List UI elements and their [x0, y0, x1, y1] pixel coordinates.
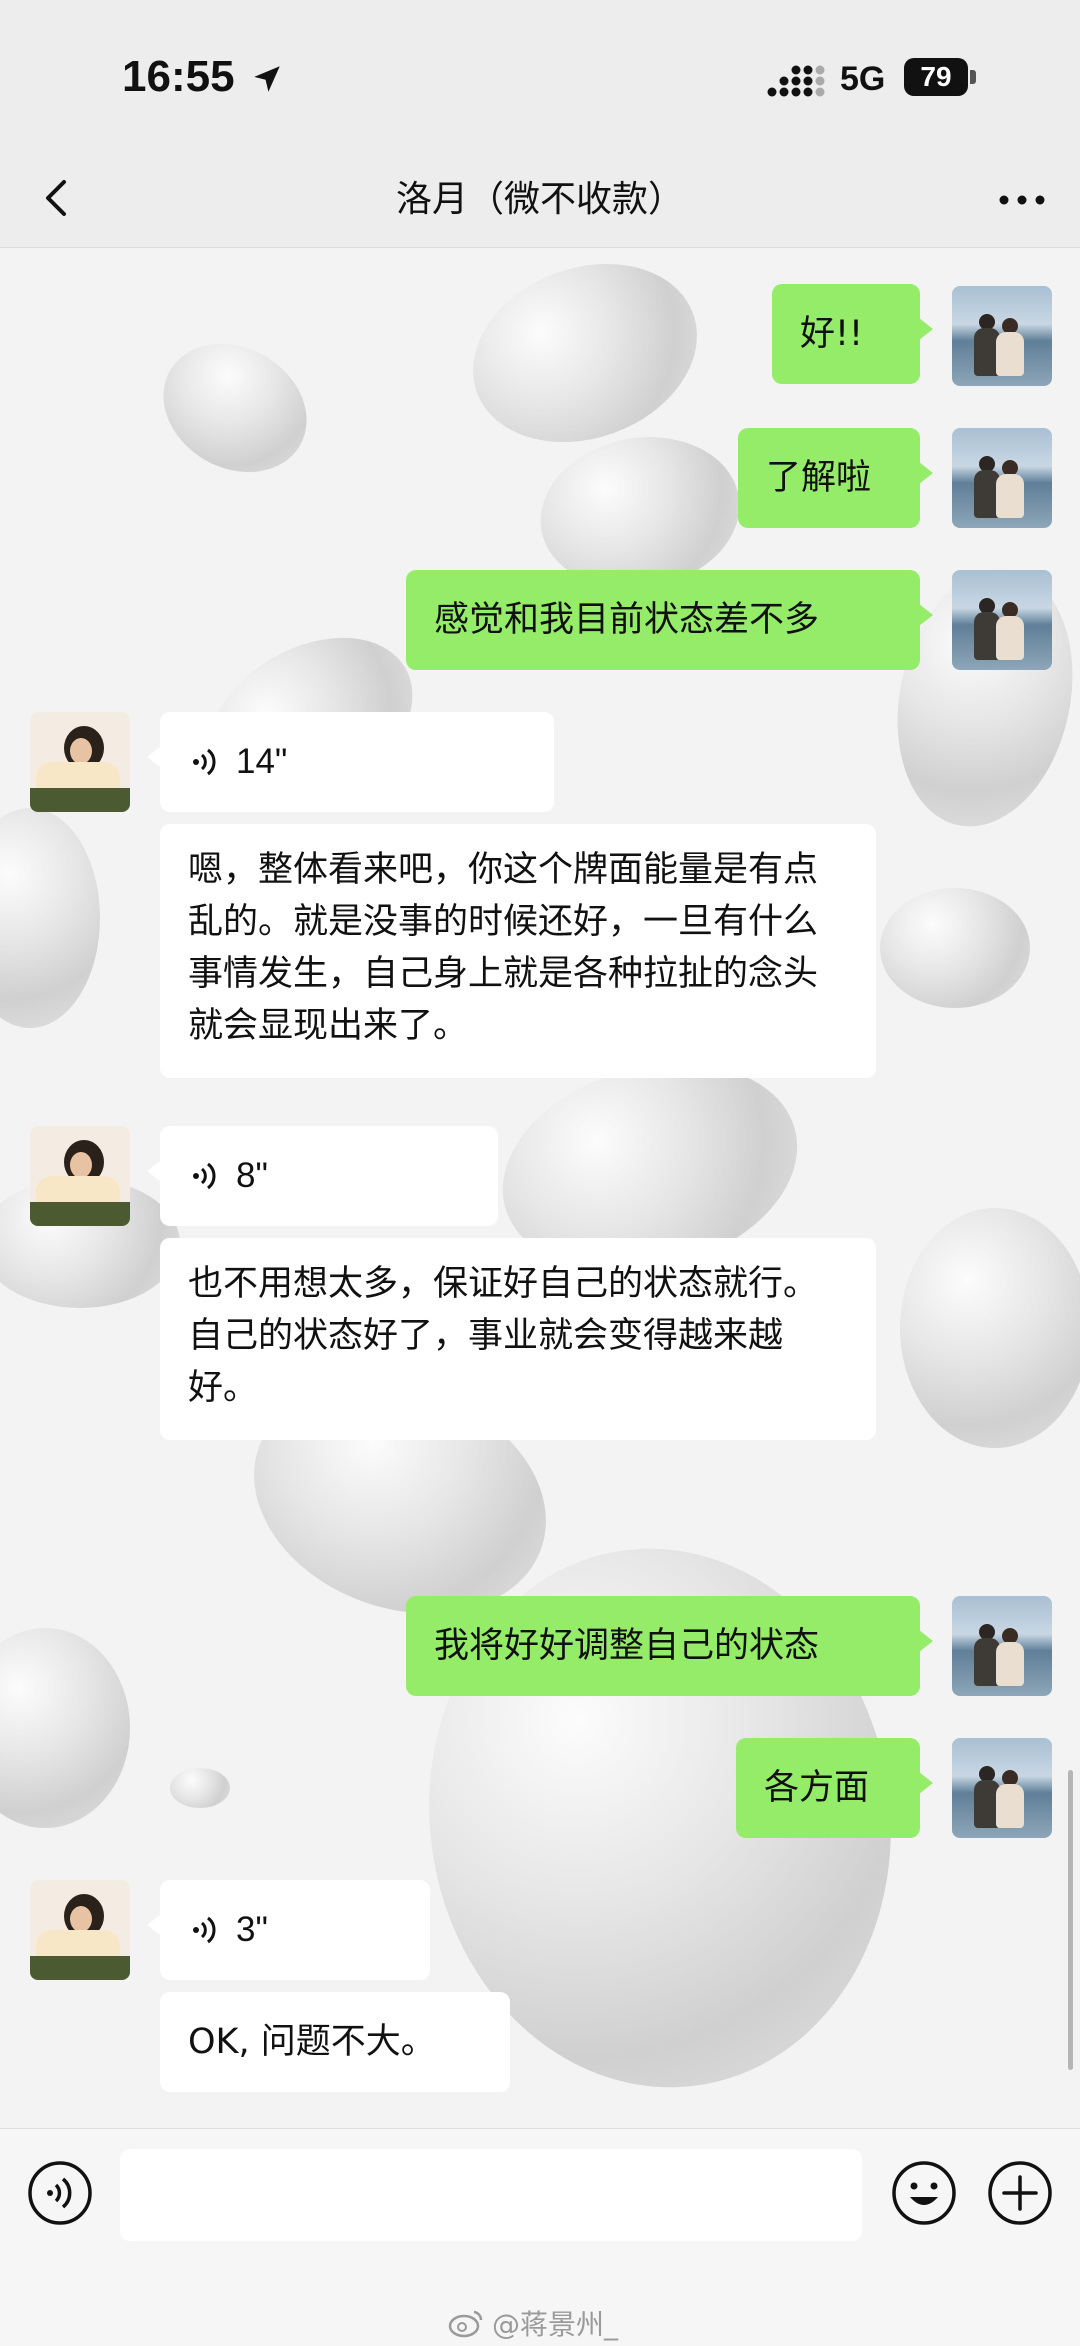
my-avatar[interactable]: [952, 428, 1052, 528]
voice-message-bubble[interactable]: 14": [147, 712, 554, 812]
chat-header: 洛月（微不收款）: [0, 150, 1080, 248]
voice-message-bubble[interactable]: 8": [147, 1126, 498, 1226]
message-text: 了解啦: [766, 458, 872, 498]
heart-decoration: [0, 808, 100, 1028]
message-bubble-outgoing[interactable]: 了解啦: [738, 428, 933, 528]
message-bubble-outgoing[interactable]: 感觉和我目前状态差不多: [406, 570, 933, 670]
message-bubble-outgoing[interactable]: 好!!: [772, 284, 933, 384]
heart-decoration: [0, 1628, 130, 1828]
voice-transcript-text: OK, 问题不大。: [160, 1992, 510, 2092]
voice-wave-icon: [193, 1162, 216, 1190]
message-text: 感觉和我目前状态差不多: [434, 600, 820, 640]
status-bar: 16:55 5G 79: [0, 0, 1080, 150]
voice-wave-icon: [193, 1916, 216, 1944]
my-avatar[interactable]: [952, 286, 1052, 386]
voice-mode-icon[interactable]: [26, 2159, 94, 2227]
voice-duration: 8": [236, 1156, 268, 1195]
contact-avatar[interactable]: [30, 712, 130, 812]
transcript-text: OK, 问题不大。: [188, 2022, 436, 2062]
my-avatar[interactable]: [952, 1596, 1052, 1696]
scrollbar[interactable]: [1068, 1770, 1073, 2070]
my-avatar[interactable]: [952, 570, 1052, 670]
voice-transcript-text: 嗯，整体看来吧，你这个牌面能量是有点乱的。就是没事的时候还好，一旦有什么事情发生…: [160, 824, 876, 1078]
voice-duration: 3": [236, 1910, 268, 1949]
chat-title: 洛月（微不收款）: [395, 179, 684, 220]
battery-tip: [970, 70, 976, 84]
message-bubble-outgoing[interactable]: 各方面: [736, 1738, 933, 1838]
transcript-text: 嗯，整体看来吧，你这个牌面能量是有点乱的。就是没事的时候还好，一旦有什么事情发生…: [188, 850, 819, 1046]
contact-avatar[interactable]: [30, 1126, 130, 1226]
message-bubble-outgoing[interactable]: 我将好好调整自己的状态: [406, 1596, 933, 1696]
my-avatar[interactable]: [952, 1738, 1052, 1838]
voice-wave-icon: [193, 748, 216, 776]
emoji-icon[interactable]: [890, 2159, 958, 2227]
weibo-icon: [448, 2310, 483, 2338]
message-input[interactable]: [120, 2149, 862, 2241]
message-text: 我将好好调整自己的状态: [434, 1626, 820, 1666]
plus-icon[interactable]: [986, 2159, 1054, 2227]
status-time: 16:55: [122, 52, 235, 101]
heart-decoration: [447, 248, 723, 473]
voice-message-bubble[interactable]: 3": [147, 1880, 430, 1980]
network-type: 5G: [840, 60, 886, 98]
transcript-text: 也不用想太多，保证好自己的状态就行。自己的状态好了，事业就会变得越来越好。: [188, 1264, 819, 1408]
battery-icon: 79: [904, 58, 968, 96]
location-arrow-icon: [254, 66, 280, 92]
heart-decoration: [880, 888, 1030, 1008]
signal-icon: [767, 65, 825, 97]
more-dots-icon[interactable]: [992, 172, 1052, 228]
voice-duration: 14": [236, 742, 288, 781]
message-text: 各方面: [764, 1768, 870, 1808]
watermark-text: @蒋景州_: [492, 2308, 619, 2341]
watermark: @蒋景州_: [448, 2303, 618, 2343]
contact-avatar[interactable]: [30, 1880, 130, 1980]
voice-transcript-text: 也不用想太多，保证好自己的状态就行。自己的状态好了，事业就会变得越来越好。: [160, 1238, 876, 1440]
heart-decoration: [140, 318, 330, 498]
heart-decoration: [170, 1768, 230, 1808]
heart-decoration: [900, 1208, 1080, 1448]
input-bar: @蒋景州_: [0, 2128, 1080, 2346]
message-text: 好!!: [800, 314, 864, 354]
battery-level: 79: [920, 61, 952, 92]
